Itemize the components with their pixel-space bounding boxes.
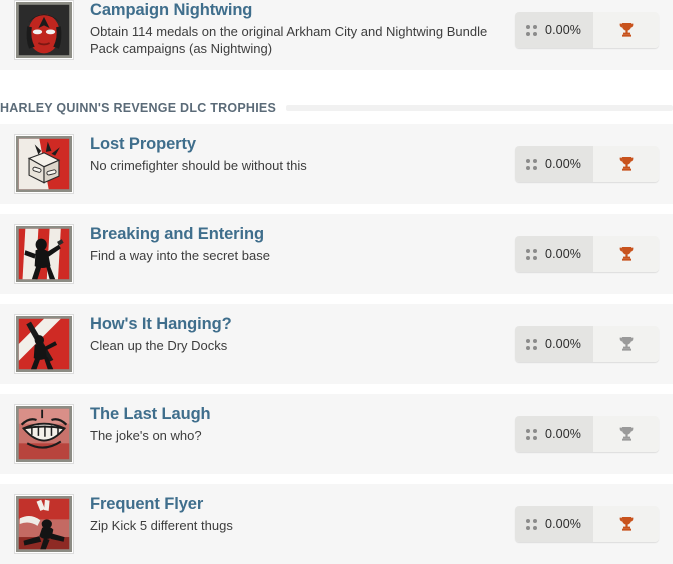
hanging-figure-icon	[16, 316, 72, 372]
trophy-icon-art-wrap	[14, 134, 74, 194]
trophy-description: Clean up the Dry Docks	[90, 337, 228, 353]
trophy-icon-art-wrap	[14, 0, 74, 60]
row-gap	[0, 70, 673, 80]
progress-label: 0.00%	[545, 157, 581, 171]
trophy-badge-button[interactable]	[593, 326, 659, 362]
dots-grid-icon	[526, 24, 538, 36]
trophy-text-block: How's It Hanging? Clean up the Dry Docks	[74, 314, 515, 354]
progress-label: 0.00%	[545, 427, 581, 441]
progress-button[interactable]: 0.00%	[515, 146, 593, 182]
trophy-icon	[619, 337, 633, 351]
trophy-description: Zip Kick 5 different thugs	[90, 517, 233, 533]
row-gap	[0, 474, 673, 484]
section-divider	[286, 105, 673, 111]
dots-grid-icon	[526, 248, 538, 260]
trophy-icon-art-wrap	[14, 224, 74, 284]
section-title: HARLEY QUINN'S REVENGE DLC TROPHIES	[0, 101, 277, 115]
trophy-badge-button[interactable]	[593, 146, 659, 182]
trophy-actions[interactable]: 0.00%	[515, 146, 659, 182]
dots-grid-icon	[526, 158, 538, 170]
trophy-icon	[619, 247, 633, 261]
trophy-row[interactable]: Lost Property No crimefighter should be …	[0, 124, 673, 204]
dots-grid-icon	[526, 518, 538, 530]
row-gap	[0, 294, 673, 304]
trophy-description: No crimefighter should be without this	[90, 157, 307, 173]
progress-label: 0.00%	[545, 517, 581, 531]
trophy-icon	[619, 23, 633, 37]
trophy-actions[interactable]: 0.00%	[515, 12, 659, 48]
progress-label: 0.00%	[545, 247, 581, 261]
progress-label: 0.00%	[545, 23, 581, 37]
trophy-title: Campaign Nightwing	[90, 1, 253, 19]
dots-grid-icon	[526, 428, 538, 440]
trophy-badge-button[interactable]	[593, 416, 659, 452]
trophy-actions[interactable]: 0.00%	[515, 326, 659, 362]
nightwing-face-icon	[16, 2, 72, 58]
trophy-text-block: Frequent Flyer Zip Kick 5 different thug…	[74, 494, 515, 534]
trophy-text-block: Breaking and Entering Find a way into th…	[74, 224, 515, 264]
trophy-row[interactable]: How's It Hanging? Clean up the Dry Docks…	[0, 304, 673, 384]
progress-button[interactable]: 0.00%	[515, 506, 593, 542]
row-gap	[0, 204, 673, 214]
trophy-title: Frequent Flyer	[90, 495, 204, 513]
trophy-badge-button[interactable]	[593, 236, 659, 272]
zip-kick-icon	[16, 496, 72, 552]
trophy-list: Campaign Nightwing Obtain 114 medals on …	[0, 0, 673, 564]
trophy-row[interactable]: The Last Laugh The joke's on who? 0.00%	[0, 394, 673, 474]
joker-grin-icon	[16, 406, 72, 462]
trophy-description: Find a way into the secret base	[90, 247, 270, 263]
trophy-text-block: The Last Laugh The joke's on who?	[74, 404, 515, 444]
trophy-row[interactable]: Frequent Flyer Zip Kick 5 different thug…	[0, 484, 673, 564]
trophy-actions[interactable]: 0.00%	[515, 506, 659, 542]
section-header: HARLEY QUINN'S REVENGE DLC TROPHIES	[0, 92, 673, 124]
dots-grid-icon	[526, 338, 538, 350]
trophy-icon-art-wrap	[14, 404, 74, 464]
trophy-icon	[619, 157, 633, 171]
row-gap	[0, 384, 673, 394]
trophy-badge-button[interactable]	[593, 12, 659, 48]
progress-button[interactable]: 0.00%	[515, 416, 593, 452]
trophy-icon-art-wrap	[14, 314, 74, 374]
progress-button[interactable]: 0.00%	[515, 326, 593, 362]
trophy-actions[interactable]: 0.00%	[515, 416, 659, 452]
trophy-title: The Last Laugh	[90, 405, 211, 423]
trophy-text-block: Campaign Nightwing Obtain 114 medals on …	[74, 0, 515, 57]
progress-label: 0.00%	[545, 337, 581, 351]
progress-button[interactable]: 0.00%	[515, 236, 593, 272]
trophy-description: Obtain 114 medals on the original Arkham…	[90, 23, 488, 56]
trophy-text-block: Lost Property No crimefighter should be …	[74, 134, 515, 174]
trophy-badge-button[interactable]	[593, 506, 659, 542]
trophy-title: Lost Property	[90, 135, 196, 153]
trophy-title: Breaking and Entering	[90, 225, 264, 243]
section-spacer	[0, 80, 673, 92]
open-box-icon	[16, 136, 72, 192]
breaking-window-icon	[16, 226, 72, 282]
trophy-description: The joke's on who?	[90, 427, 202, 443]
progress-button[interactable]: 0.00%	[515, 12, 593, 48]
trophy-row[interactable]: Breaking and Entering Find a way into th…	[0, 214, 673, 294]
trophy-title: How's It Hanging?	[90, 315, 232, 333]
trophy-actions[interactable]: 0.00%	[515, 236, 659, 272]
trophy-row-top[interactable]: Campaign Nightwing Obtain 114 medals on …	[0, 0, 673, 70]
trophy-icon	[619, 517, 633, 531]
trophy-icon	[619, 427, 633, 441]
trophy-icon-art-wrap	[14, 494, 74, 554]
